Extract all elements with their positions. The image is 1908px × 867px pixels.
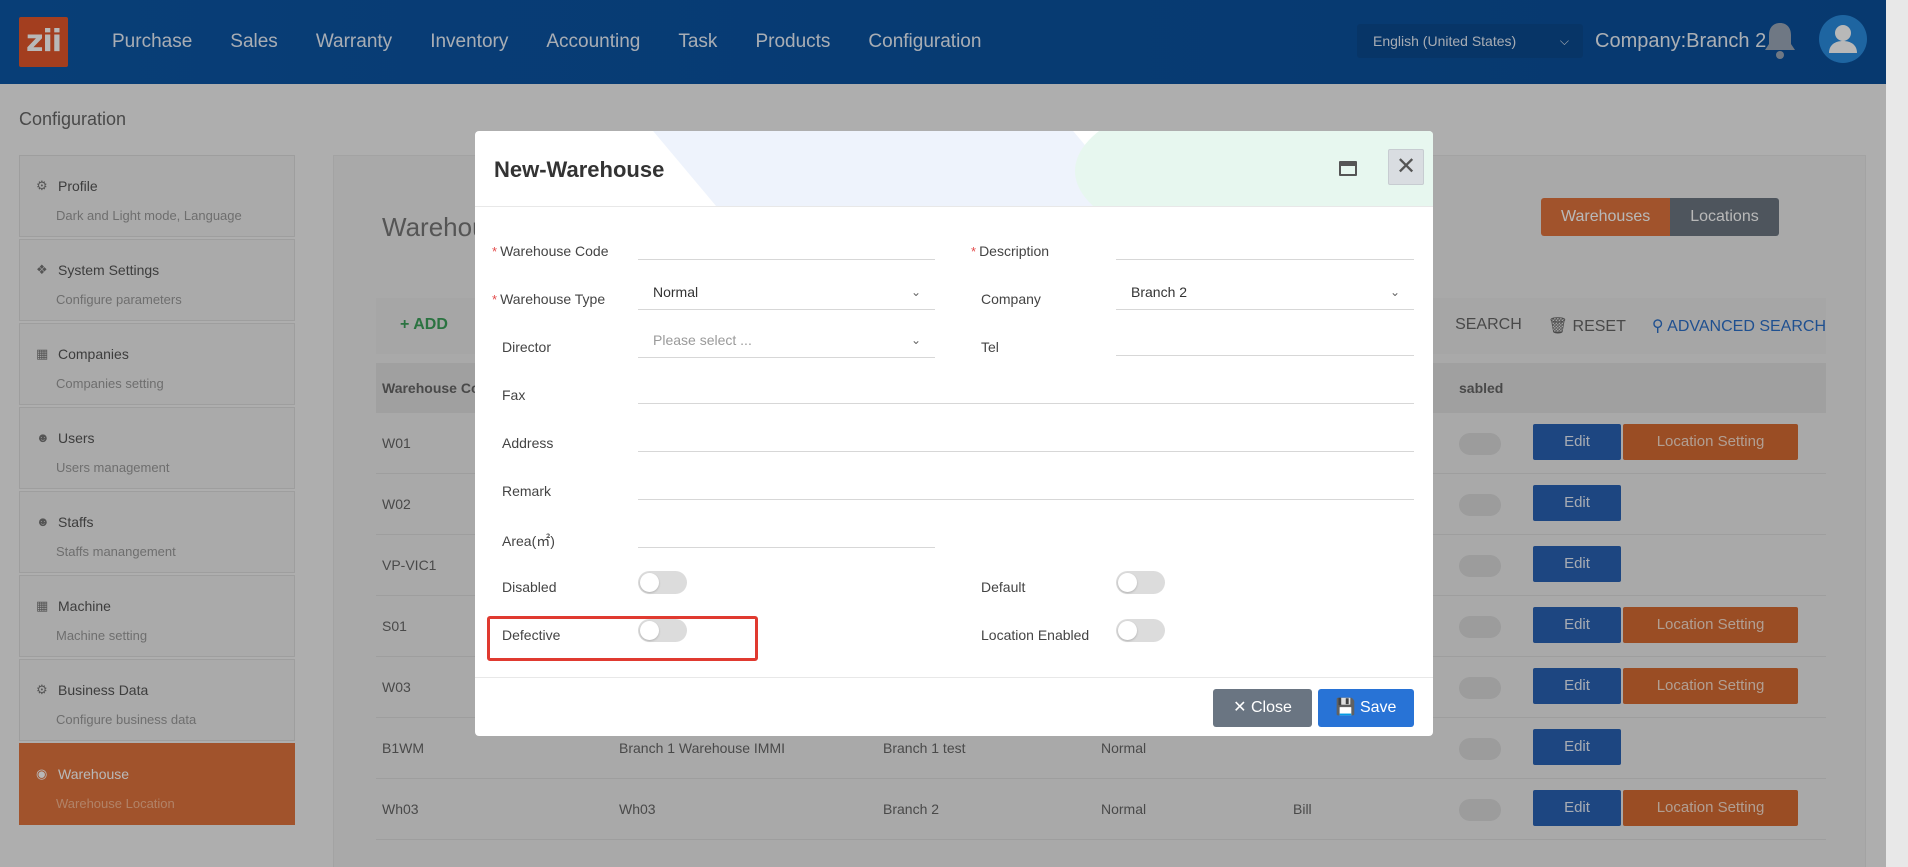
location-enabled-toggle[interactable] <box>1116 619 1165 642</box>
dialog-title: New-Warehouse <box>494 157 665 182</box>
header-decoration <box>653 131 1137 206</box>
warehouse-type-label: Warehouse Type <box>492 291 605 307</box>
director-underline <box>638 357 935 358</box>
director-select[interactable]: Please select ... <box>653 332 752 348</box>
warehouse-code-input[interactable] <box>638 259 935 260</box>
close-icon[interactable]: ✕ <box>1388 149 1424 185</box>
chevron-down-icon: ⌄ <box>911 333 922 347</box>
close-label: Close <box>1250 699 1292 716</box>
address-input[interactable] <box>638 451 1414 452</box>
disabled-toggle[interactable] <box>638 571 687 594</box>
description-input[interactable] <box>1116 259 1414 260</box>
company-label: Company <box>981 291 1041 307</box>
tel-label: Tel <box>981 339 999 355</box>
tel-input[interactable] <box>1116 355 1414 356</box>
warehouse-code-label: Warehouse Code <box>492 243 608 259</box>
close-icon: ✕ <box>1233 699 1251 716</box>
default-toggle[interactable] <box>1116 571 1165 594</box>
highlight-box <box>487 616 758 661</box>
dialog-footer: ✕ Close 💾 Save <box>475 677 1433 736</box>
new-warehouse-dialog: New-Warehouse ✕ Warehouse Code Descripti… <box>475 131 1433 736</box>
remark-input[interactable] <box>638 499 1414 500</box>
company-select[interactable]: Branch 2 <box>1131 284 1187 300</box>
save-label: Save <box>1359 699 1397 716</box>
area-input[interactable] <box>638 547 935 548</box>
company-underline <box>1116 309 1414 310</box>
warehouse-type-underline <box>638 309 935 310</box>
remark-label: Remark <box>502 483 552 499</box>
dialog-header: New-Warehouse ✕ <box>475 131 1433 207</box>
disabled-label: Disabled <box>502 579 557 595</box>
header-decoration <box>1075 131 1433 206</box>
area-label: Area(㎡) <box>502 533 555 549</box>
page-scrollbar[interactable] <box>1886 0 1908 867</box>
chevron-down-icon: ⌄ <box>911 285 922 299</box>
description-label: Description <box>971 243 1049 259</box>
chevron-down-icon: ⌄ <box>1390 285 1401 299</box>
save-button[interactable]: 💾 Save <box>1318 689 1414 727</box>
save-icon: 💾 <box>1335 699 1360 716</box>
maximize-icon[interactable] <box>1339 161 1357 176</box>
warehouse-type-select[interactable]: Normal <box>653 284 698 300</box>
address-label: Address <box>502 435 554 451</box>
fax-label: Fax <box>502 387 526 403</box>
fax-input[interactable] <box>638 403 1414 404</box>
close-button[interactable]: ✕ Close <box>1213 689 1312 727</box>
default-label: Default <box>981 579 1026 595</box>
location-enabled-label: Location Enabled <box>981 627 1090 643</box>
director-label: Director <box>502 339 552 355</box>
